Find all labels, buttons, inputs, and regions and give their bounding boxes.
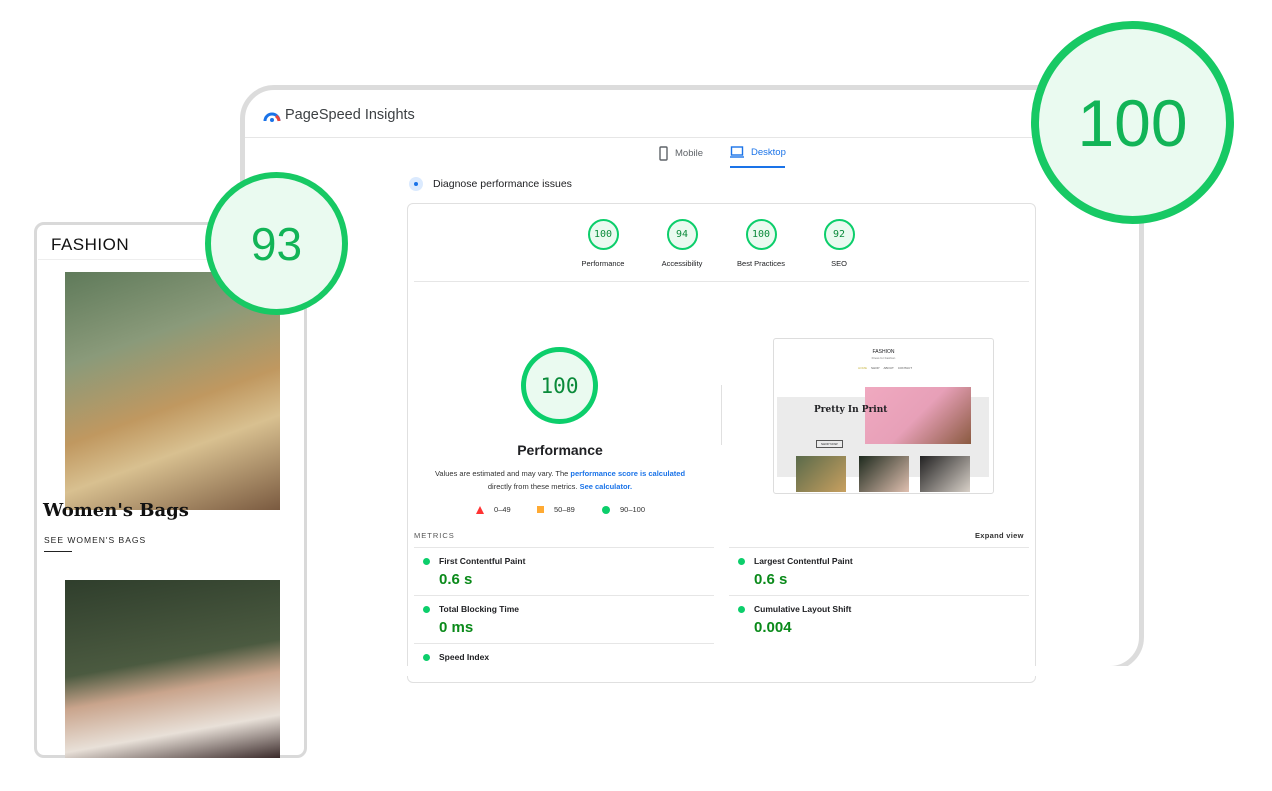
score: 100 <box>587 219 619 250</box>
gauge-label: Performance <box>581 259 625 268</box>
thumb-nav-item: SHOP <box>871 366 880 370</box>
see-calculator-link[interactable]: See calculator. <box>580 482 633 491</box>
metric-fcp: First Contentful Paint 0.6 s <box>414 547 714 595</box>
metric-cls: Cumulative Layout Shift 0.004 <box>729 595 1029 643</box>
metric-value: 0.004 <box>754 619 792 636</box>
page-screenshot-thumbnail: FASHION Dress for Fashion HOME SHOP ABOUT C… <box>773 338 994 494</box>
metric-name: Largest Contentful Paint <box>754 556 853 566</box>
diagnose-icon <box>409 177 423 191</box>
active-tab-indicator <box>730 166 785 168</box>
thumb-tagline: Dress for Fashion <box>871 356 896 360</box>
metrics-heading: METRICS <box>414 531 455 540</box>
triangle-icon <box>476 505 484 514</box>
score: 94 <box>666 219 698 250</box>
gauge-label: SEO <box>831 259 847 268</box>
pass-dot-icon <box>738 606 745 613</box>
pass-dot-icon <box>423 558 430 565</box>
thumb-photo <box>796 456 846 492</box>
thumb-nav-item: ABOUT <box>883 366 894 370</box>
metric-lcp: Largest Contentful Paint 0.6 s <box>729 547 1029 595</box>
thumb-nav-item: HOME <box>858 366 867 370</box>
laptop-icon <box>730 146 744 158</box>
tab-label: Desktop <box>751 146 786 158</box>
divider <box>414 281 1029 282</box>
thumb-nav-item: CONTACT <box>897 366 913 370</box>
gauge-performance[interactable]: 100 Performance <box>563 219 643 268</box>
tablet-bottom-mask <box>245 666 1139 676</box>
pass-dot-icon <box>423 654 430 661</box>
section-title: Women's Bags <box>43 500 189 521</box>
metric-value: 0.6 s <box>754 571 788 588</box>
legend-label: 0–49 <box>494 505 511 514</box>
score: 92 <box>823 219 855 250</box>
link-underline <box>44 551 72 552</box>
divider <box>721 385 722 445</box>
metric-name: Speed Index <box>439 652 490 662</box>
tab-label: Mobile <box>675 148 703 159</box>
metric-name: First Contentful Paint <box>439 556 526 566</box>
phone-icon <box>659 146 668 161</box>
legend-label: 50–89 <box>554 505 575 514</box>
thumb-nav: HOME SHOP ABOUT CONTACT <box>858 366 912 370</box>
pass-dot-icon <box>738 558 745 565</box>
pass-dot-icon <box>423 606 430 613</box>
header-divider <box>245 137 1139 138</box>
gauge-best-practices[interactable]: 100 Best Practices <box>721 219 801 268</box>
performance-gauge: 100 <box>521 347 598 424</box>
metric-name: Cumulative Layout Shift <box>754 604 852 614</box>
gauge-accessibility[interactable]: 94 Accessibility <box>642 219 722 268</box>
metric-value: 0 ms <box>439 619 474 636</box>
legend-average: 50–89 <box>537 505 575 514</box>
legend-fail: 0–49 <box>476 505 511 514</box>
score: 100 <box>745 219 777 250</box>
metric-speed-index: Speed Index <box>414 643 714 665</box>
metric-tbt: Total Blocking Time 0 ms <box>414 595 714 643</box>
metric-value: 0.6 s <box>439 571 473 588</box>
product-photo-woman-portrait <box>65 580 280 758</box>
thumb-hero-title: Pretty In Print <box>814 405 888 415</box>
see-womens-bags-link[interactable]: SEE WOMEN'S BAGS <box>44 535 146 545</box>
gauge-label: Best Practices <box>737 259 785 268</box>
performance-note: Values are estimated and may vary. The p… <box>420 467 700 493</box>
thumb-shop-button: SHOP NOW <box>816 440 843 448</box>
legend-pass: 90–100 <box>602 505 645 514</box>
square-icon <box>537 506 544 513</box>
mobile-score-badge: 93 <box>205 172 348 315</box>
circle-icon <box>602 505 610 514</box>
pagespeed-logo-icon <box>263 112 281 122</box>
tab-mobile[interactable]: Mobile <box>659 146 703 161</box>
tab-desktop[interactable]: Desktop <box>730 146 786 158</box>
gauge-label: Accessibility <box>661 259 703 268</box>
note-text: directly from these metrics. <box>487 482 580 491</box>
thumb-photo <box>920 456 970 492</box>
note-text: Values are estimated and may vary. The <box>434 469 571 478</box>
gauge-seo[interactable]: 92 SEO <box>799 219 879 268</box>
app-title: PageSpeed Insights <box>285 107 415 123</box>
thumb-photo <box>859 456 909 492</box>
diagnose-heading: Diagnose performance issues <box>409 177 572 191</box>
score-calculated-link[interactable]: performance score is calculated <box>570 469 685 478</box>
expand-view-button[interactable]: Expand view <box>975 531 1024 540</box>
thumb-brand: FASHION <box>872 349 895 355</box>
legend-label: 90–100 <box>620 505 646 514</box>
performance-title: Performance <box>517 442 603 458</box>
thumb-hero-photo <box>865 387 971 444</box>
mobile-brand: FASHION <box>51 235 130 254</box>
metric-name: Total Blocking Time <box>439 604 519 614</box>
diagnose-text: Diagnose performance issues <box>433 178 572 190</box>
desktop-score-badge: 100 <box>1031 21 1234 224</box>
